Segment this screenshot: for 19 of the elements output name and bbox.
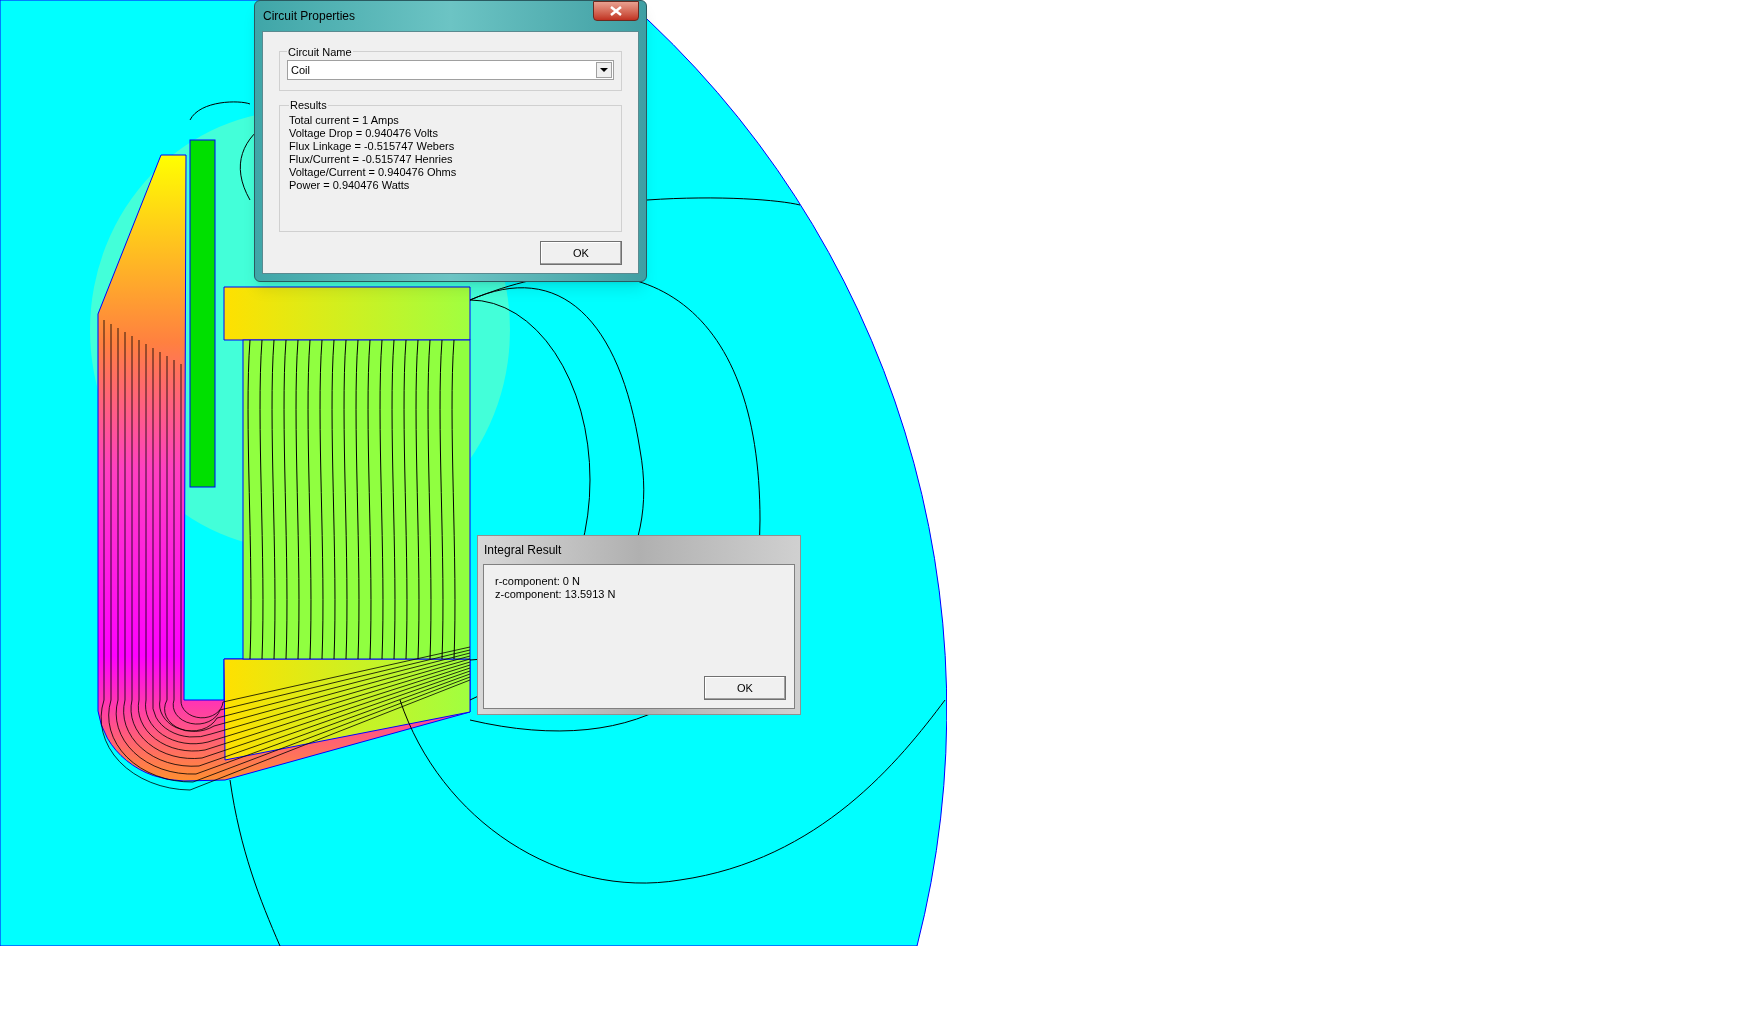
window-title: Circuit Properties	[262, 7, 356, 25]
result-line: Voltage Drop = 0.940476 Volts	[289, 126, 439, 140]
circuit-name-dropdown[interactable]: Coil	[287, 60, 614, 80]
result-line: Total current = 1 Amps	[289, 113, 400, 127]
result-line: Voltage/Current = 0.940476 Ohms	[289, 165, 458, 179]
result-line: Flux Linkage = -0.515747 Webers	[289, 139, 456, 153]
ok-button[interactable]: OK	[540, 241, 622, 265]
group-label: Circuit Name	[287, 44, 353, 60]
result-line: r-component: 0 N	[495, 575, 581, 588]
dropdown-value: Coil	[291, 62, 310, 78]
ok-button[interactable]: OK	[704, 676, 786, 700]
close-icon	[610, 5, 622, 16]
group-label: Results	[289, 98, 328, 113]
caret-icon	[600, 68, 608, 72]
window-title: Integral Result	[483, 542, 562, 559]
result-line: z-component: 13.5913 N	[495, 588, 617, 601]
result-line: Power = 0.940476 Watts	[289, 178, 411, 192]
close-button[interactable]	[593, 0, 639, 21]
result-line: Flux/Current = -0.515747 Henries	[289, 152, 454, 166]
